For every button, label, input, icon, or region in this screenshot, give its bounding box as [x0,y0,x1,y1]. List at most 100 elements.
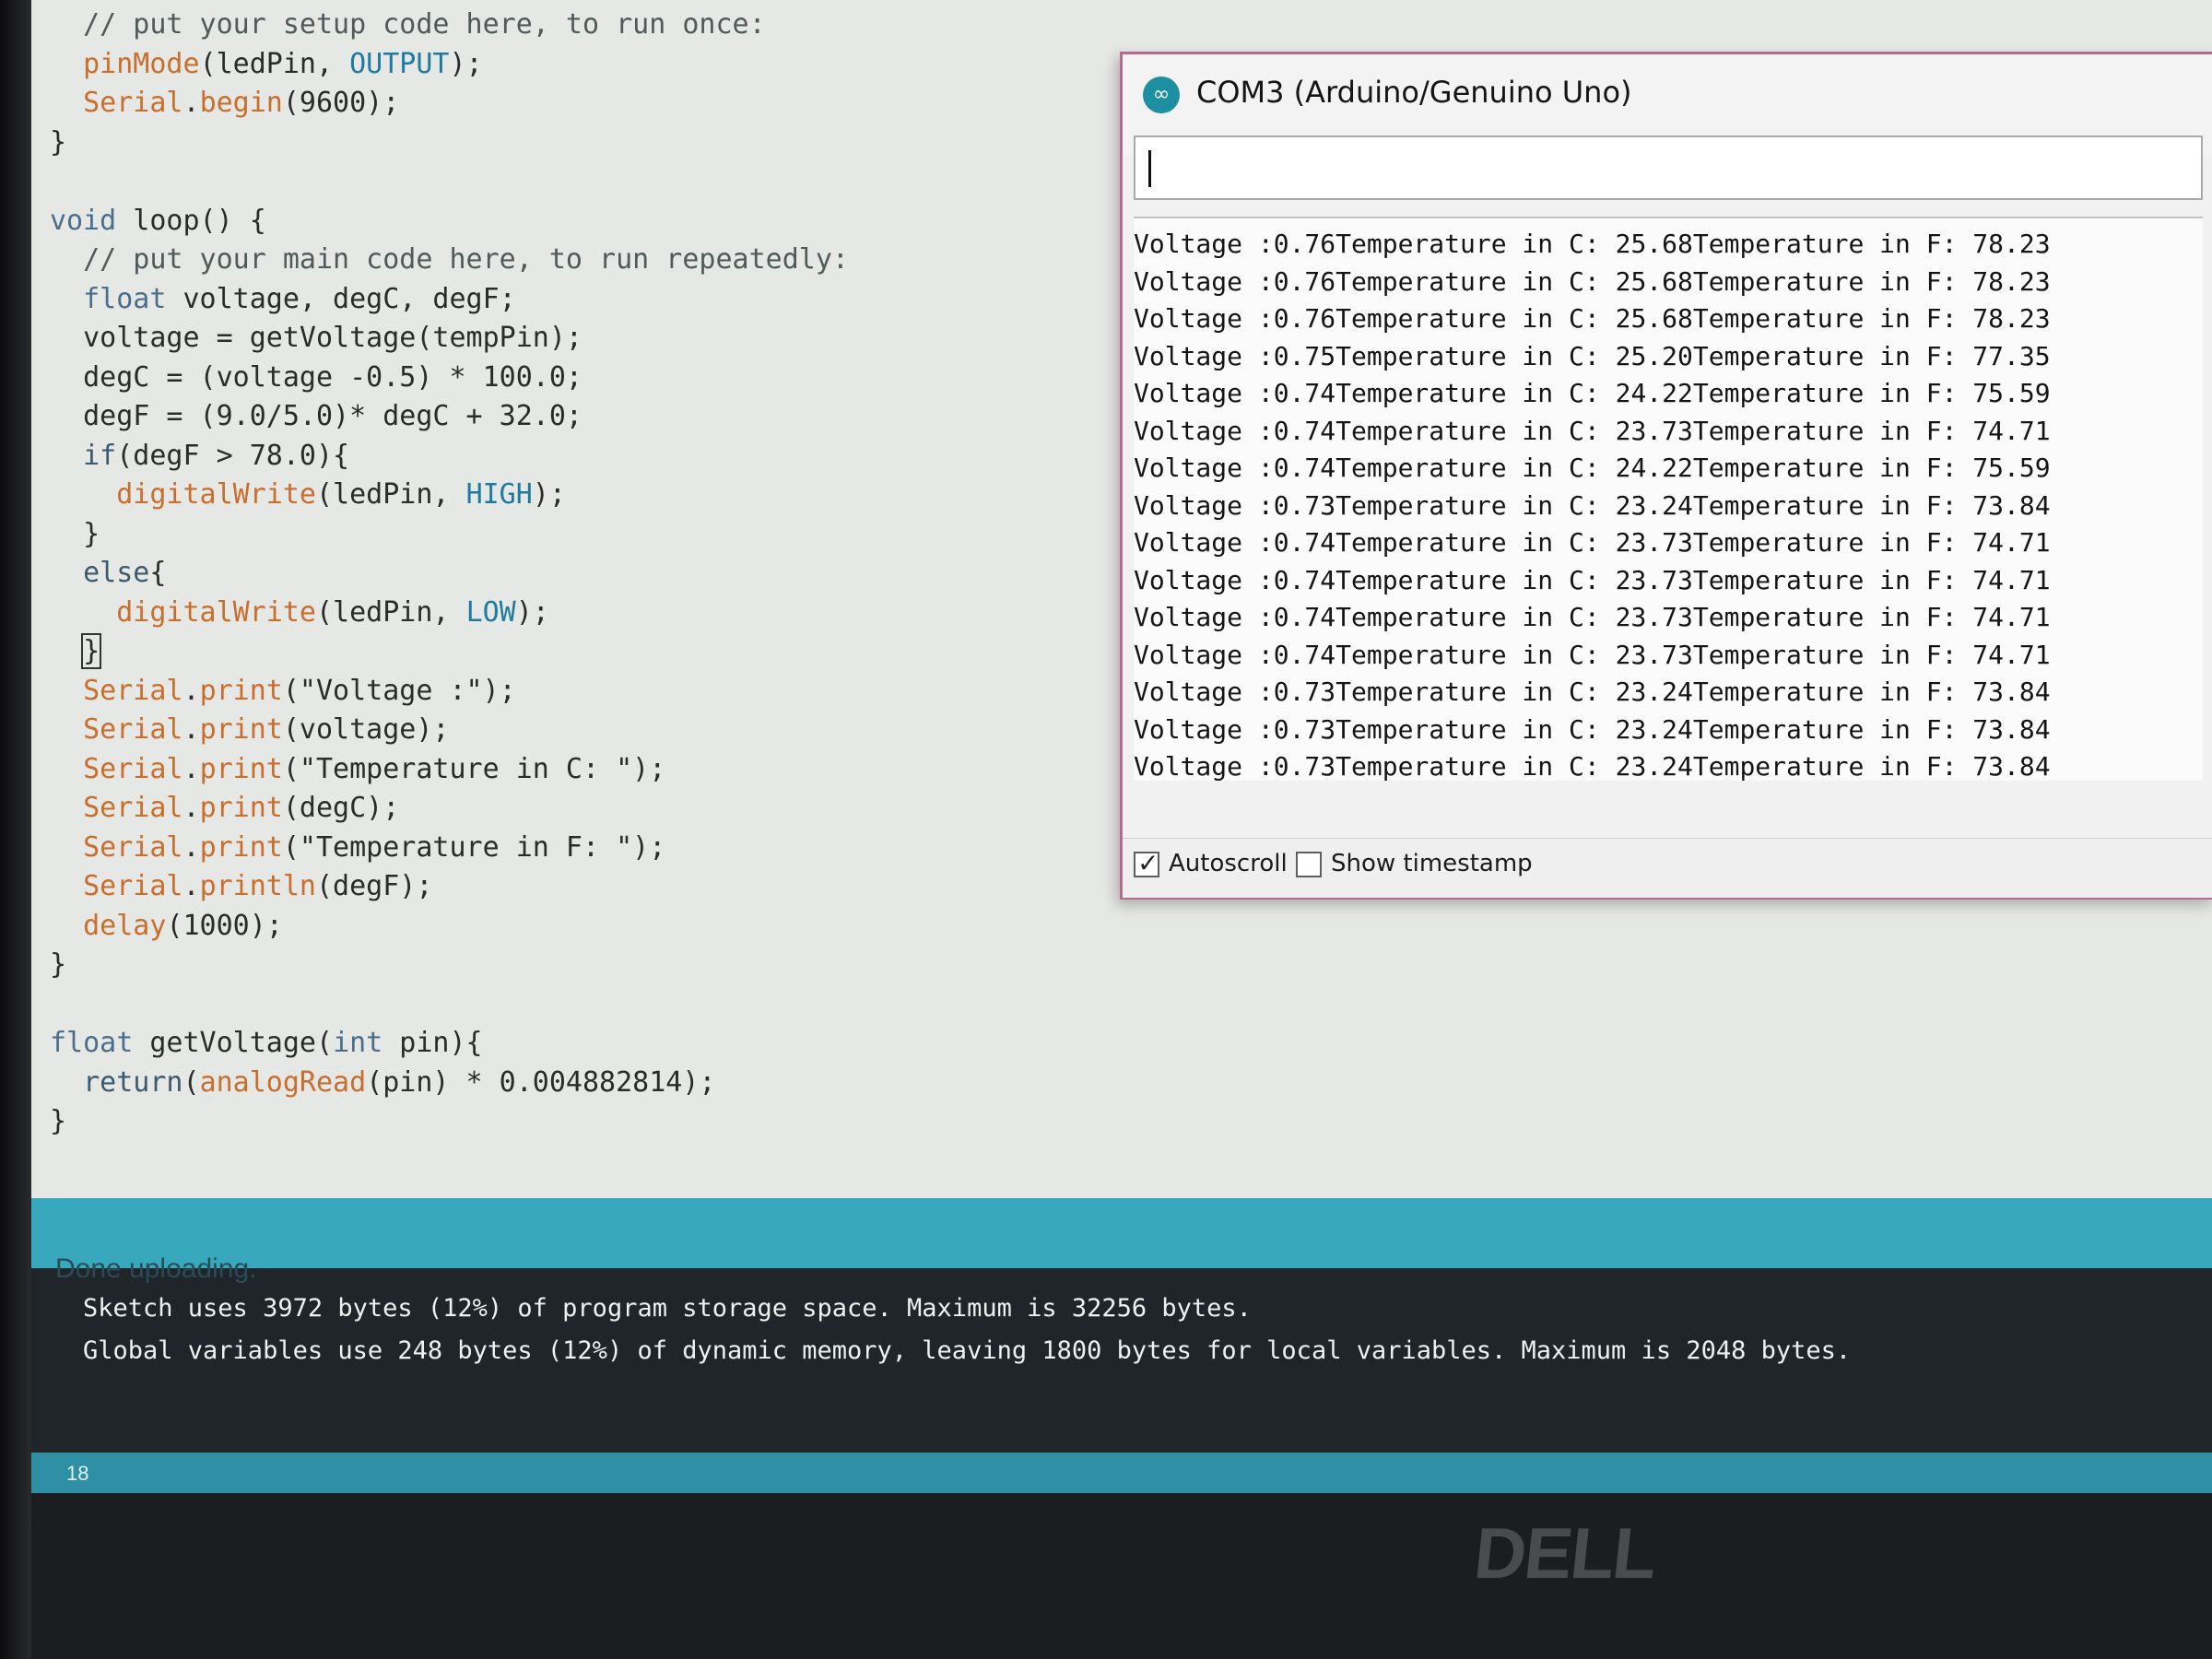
code-line[interactable]: digitalWrite(ledPin, LOW); [50,594,849,633]
code-token: ); [532,478,566,511]
code-token: LOW [465,595,516,629]
code-token: degC = (voltage -0.5) * 100.0; [50,360,582,394]
code-token: ( [182,1065,200,1099]
code-token: void [50,204,117,237]
dell-logo: DELL [1470,1512,1660,1594]
code-line[interactable]: float getVoltage(int pin){ [50,1024,849,1064]
code-line[interactable]: return(analogRead(pin) * 0.004882814); [50,1064,849,1103]
code-line[interactable] [50,985,849,1025]
code-line[interactable]: if(degF > 78.0){ [50,437,849,477]
code-token: // put your setup code here, to run once… [50,8,766,41]
autoscroll-label[interactable]: Autoscroll [1169,850,1288,877]
code-token: (1000); [166,909,283,942]
code-line[interactable]: // put your main code here, to run repea… [50,241,849,280]
code-line[interactable]: } [50,124,849,163]
serial-output-row: Voltage :0.74Temperature in C: 23.73Temp… [1134,639,2051,670]
status-bar [31,1198,2212,1268]
text-caret [1148,150,1151,187]
serial-output-row: Voltage :0.76Temperature in C: 25.68Temp… [1134,303,2051,334]
arduino-icon: ∞ [1143,76,1180,113]
serial-output-row: Voltage :0.74Temperature in C: 24.22Temp… [1134,453,2051,483]
code-token: Serial [83,674,183,707]
code-line[interactable]: Serial.print("Temperature in F: "); [50,829,849,868]
serial-output-row: Voltage :0.76Temperature in C: 25.68Temp… [1134,265,2051,297]
code-token: Serial [83,870,183,902]
code-token: Serial [83,713,183,746]
code-line[interactable]: Serial.print("Temperature in C: "); [50,750,849,790]
code-token: print [199,792,283,824]
code-line[interactable]: } [50,515,849,555]
code-token: float [83,282,167,315]
code-line[interactable]: Serial.print("Voltage :"); [50,672,849,712]
show-timestamp-checkbox[interactable] [1296,852,1322,877]
code-token: } [81,633,102,669]
code-text[interactable]: // put your setup code here, to run once… [50,6,849,1142]
code-line[interactable]: Serial.print(voltage); [50,711,849,750]
autoscroll-checkbox[interactable] [1134,848,1159,878]
code-token: voltage, degC, degF; [166,282,516,315]
code-line[interactable]: } [50,632,849,672]
code-token: if [83,439,117,472]
code-line[interactable]: voltage = getVoltage(tempPin); [50,319,849,359]
code-line[interactable]: else{ [50,554,849,594]
code-token: . [182,870,200,902]
code-line[interactable]: degF = (9.0/5.0)* degC + 32.0; [50,397,849,437]
window-title: COM3 (Arduino/Genuino Uno) [1196,75,1632,110]
code-line[interactable]: } [50,946,849,985]
code-line[interactable]: Serial.println(degF); [50,867,849,907]
code-token: (9600); [282,87,400,119]
code-token: (ledPin, [316,595,466,629]
code-token: // put your main code here, to run repea… [50,243,849,276]
serial-options-bar: Autoscroll Show timestamp [1123,838,2212,898]
code-line[interactable]: degC = (voltage -0.5) * 100.0; [50,359,849,398]
code-line[interactable]: Serial.begin(9600); [50,84,849,124]
code-line[interactable]: } [50,1102,849,1142]
code-token: pin){ [382,1027,483,1059]
code-line[interactable]: void loop() { [50,202,849,241]
code-token: print [199,674,283,707]
code-line[interactable]: delay(1000); [50,907,849,947]
code-token: ); [449,47,483,80]
code-token: degF = (9.0/5.0)* degC + 32.0; [50,400,582,432]
serial-monitor-window[interactable]: ∞ COM3 (Arduino/Genuino Uno) Voltage :0.… [1120,52,2212,900]
code-token: pinMode [83,47,200,80]
code-token: (ledPin, [316,478,466,511]
code-line[interactable]: Serial.print(degC); [50,789,849,829]
serial-output[interactable]: Voltage :0.76Temperature in C: 25.68Temp… [1134,217,2203,782]
line-number: 18 [66,1462,89,1485]
code-token: begin [199,87,283,119]
code-line[interactable] [50,162,849,202]
code-token: println [199,870,316,902]
show-timestamp-label[interactable]: Show timestamp [1331,850,1533,877]
code-line[interactable]: float voltage, degC, degF; [50,280,849,320]
serial-send-input[interactable] [1134,135,2203,200]
code-line[interactable]: // put your setup code here, to run once… [50,6,849,45]
code-token: . [182,87,200,119]
code-line[interactable]: digitalWrite(ledPin, HIGH); [50,476,849,515]
serial-output-row: Voltage :0.73Temperature in C: 23.24Temp… [1134,751,2051,782]
serial-output-row: Voltage :0.74Temperature in C: 23.73Temp… [1134,527,2051,558]
serial-output-row: Voltage :0.74Temperature in C: 23.73Temp… [1134,415,2051,446]
code-token: (ledPin, [199,47,350,80]
code-token: Serial [83,87,183,119]
code-token: else [83,557,150,589]
code-token: . [182,713,200,746]
code-token: digitalWrite [116,595,316,629]
code-token: ); [515,595,549,629]
code-token: ("Voltage :"); [282,674,516,707]
code-line[interactable]: pinMode(ledPin, OUTPUT); [50,45,849,85]
